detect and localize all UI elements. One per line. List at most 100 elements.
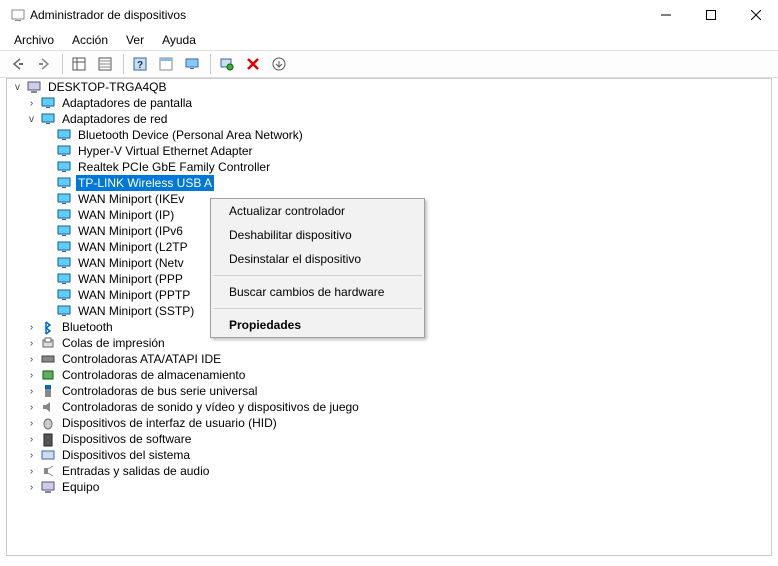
chevron-right-icon[interactable]: › bbox=[25, 354, 38, 365]
tb-help-icon[interactable]: ? bbox=[128, 52, 152, 76]
minimize-button[interactable] bbox=[643, 0, 688, 30]
chevron-right-icon[interactable]: › bbox=[25, 386, 38, 397]
device-label: WAN Miniport (IKEv bbox=[76, 191, 186, 207]
device-label: TP-LINK Wireless USB A bbox=[76, 175, 214, 191]
network-adapter-icon bbox=[40, 111, 56, 127]
back-button[interactable] bbox=[6, 52, 30, 76]
close-button[interactable] bbox=[733, 0, 778, 30]
chevron-down-icon[interactable]: v bbox=[25, 114, 38, 125]
ctx-uninstall-device[interactable]: Desinstalar el dispositivo bbox=[211, 247, 424, 271]
root-node[interactable]: v DESKTOP-TRGA4QB bbox=[7, 79, 771, 95]
menu-ver[interactable]: Ver bbox=[118, 32, 152, 48]
category-icon bbox=[40, 415, 56, 431]
chevron-right-icon[interactable]: › bbox=[25, 482, 38, 493]
category-icon bbox=[40, 399, 56, 415]
network-device-icon bbox=[56, 239, 72, 255]
network-device-icon bbox=[56, 223, 72, 239]
titlebar: Administrador de dispositivos bbox=[0, 0, 778, 30]
network-device-icon bbox=[56, 127, 72, 143]
chevron-right-icon[interactable]: › bbox=[25, 370, 38, 381]
tb-list-icon[interactable] bbox=[93, 52, 117, 76]
chevron-right-icon[interactable]: › bbox=[25, 418, 38, 429]
category-item[interactable]: ›Equipo bbox=[7, 479, 771, 495]
display-adapter-icon bbox=[40, 95, 56, 111]
device-label: Hyper-V Virtual Ethernet Adapter bbox=[76, 143, 255, 159]
category-item[interactable]: › Dispositivos de interfaz de usuario (HI… bbox=[7, 415, 771, 431]
chevron-right-icon[interactable]: › bbox=[25, 338, 38, 349]
chevron-right-icon[interactable]: › bbox=[25, 434, 38, 445]
network-device-icon bbox=[56, 271, 72, 287]
device-item[interactable]: ·Realtek PCIe GbE Family Controller bbox=[7, 159, 771, 175]
device-item[interactable]: ·Bluetooth Device (Personal Area Network… bbox=[7, 127, 771, 143]
device-item[interactable]: ·TP-LINK Wireless USB A bbox=[7, 175, 771, 191]
category-item[interactable]: › Controladoras de sonido y vídeo y dispo… bbox=[7, 399, 771, 415]
category-item[interactable]: › Dispositivos de software bbox=[7, 431, 771, 447]
network-device-icon bbox=[56, 255, 72, 271]
network-device-icon bbox=[56, 191, 72, 207]
ctx-scan-hardware[interactable]: Buscar cambios de hardware bbox=[211, 280, 424, 304]
svg-text:?: ? bbox=[137, 60, 143, 71]
tb-properties-icon[interactable] bbox=[154, 52, 178, 76]
category-item[interactable]: ›Entradas y salidas de audio bbox=[7, 463, 771, 479]
chevron-right-icon[interactable]: › bbox=[25, 450, 38, 461]
category-display-adapters[interactable]: › Adaptadores de pantalla bbox=[7, 95, 771, 111]
network-device-icon bbox=[56, 175, 72, 191]
context-menu: Actualizar controlador Deshabilitar disp… bbox=[210, 198, 425, 338]
category-label: Controladoras ATA/ATAPI IDE bbox=[60, 351, 223, 367]
root-label: DESKTOP-TRGA4QB bbox=[46, 79, 168, 95]
device-label: WAN Miniport (PPTP bbox=[76, 287, 192, 303]
ctx-properties[interactable]: Propiedades bbox=[211, 313, 424, 337]
device-label: WAN Miniport (IPv6 bbox=[76, 223, 185, 239]
device-item[interactable]: ·Hyper-V Virtual Ethernet Adapter bbox=[7, 143, 771, 159]
device-label: WAN Miniport (IP) bbox=[76, 207, 176, 223]
chevron-right-icon[interactable]: › bbox=[25, 466, 38, 477]
tb-delete-icon[interactable] bbox=[241, 52, 265, 76]
ctx-separator bbox=[213, 275, 422, 276]
bluetooth-icon bbox=[40, 319, 56, 335]
ctx-update-driver[interactable]: Actualizar controlador bbox=[211, 199, 424, 223]
forward-button[interactable] bbox=[32, 52, 56, 76]
network-device-icon bbox=[56, 143, 72, 159]
category-icon bbox=[40, 383, 56, 399]
category-label: Dispositivos de interfaz de usuario (HID… bbox=[60, 415, 279, 431]
device-label: Realtek PCIe GbE Family Controller bbox=[76, 159, 272, 175]
device-label: Bluetooth Device (Personal Area Network) bbox=[76, 127, 305, 143]
window-title: Administrador de dispositivos bbox=[30, 8, 643, 22]
chevron-right-icon[interactable]: › bbox=[25, 322, 38, 333]
chevron-down-icon[interactable]: v bbox=[11, 82, 24, 93]
category-label: Colas de impresión bbox=[60, 335, 167, 351]
network-device-icon bbox=[56, 159, 72, 175]
menu-accion[interactable]: Acción bbox=[64, 32, 116, 48]
category-item[interactable]: › Controladoras ATA/ATAPI IDE bbox=[7, 351, 771, 367]
category-label: Dispositivos de software bbox=[60, 431, 193, 447]
device-label: WAN Miniport (PPP bbox=[76, 271, 185, 287]
chevron-right-icon[interactable]: › bbox=[25, 98, 38, 109]
network-device-icon bbox=[56, 287, 72, 303]
category-icon bbox=[40, 431, 56, 447]
tb-scan-icon[interactable] bbox=[215, 52, 239, 76]
ctx-disable-device[interactable]: Deshabilitar dispositivo bbox=[211, 223, 424, 247]
menu-ayuda[interactable]: Ayuda bbox=[154, 32, 204, 48]
tb-details-icon[interactable] bbox=[67, 52, 91, 76]
tb-update-icon[interactable] bbox=[267, 52, 291, 76]
category-icon bbox=[40, 463, 56, 479]
category-icon bbox=[40, 479, 56, 495]
category-label: Controladoras de sonido y vídeo y dispos… bbox=[60, 399, 361, 415]
chevron-right-icon[interactable]: › bbox=[25, 402, 38, 413]
network-device-icon bbox=[56, 207, 72, 223]
category-item[interactable]: › Controladoras de bus serie universal bbox=[7, 383, 771, 399]
category-label: Controladoras de almacenamiento bbox=[60, 367, 247, 383]
category-network-adapters[interactable]: v Adaptadores de red bbox=[7, 111, 771, 127]
category-label: Controladoras de bus serie universal bbox=[60, 383, 259, 399]
menubar: Archivo Acción Ver Ayuda bbox=[0, 30, 778, 50]
network-device-icon bbox=[56, 303, 72, 319]
category-item[interactable]: › Dispositivos del sistema bbox=[7, 447, 771, 463]
category-label: Dispositivos del sistema bbox=[60, 447, 192, 463]
tb-monitor-icon[interactable] bbox=[180, 52, 204, 76]
maximize-button[interactable] bbox=[688, 0, 733, 30]
app-icon bbox=[10, 7, 26, 23]
menu-archivo[interactable]: Archivo bbox=[6, 32, 62, 48]
category-icon bbox=[40, 367, 56, 383]
category-item[interactable]: › Controladoras de almacenamiento bbox=[7, 367, 771, 383]
category-icon bbox=[40, 351, 56, 367]
